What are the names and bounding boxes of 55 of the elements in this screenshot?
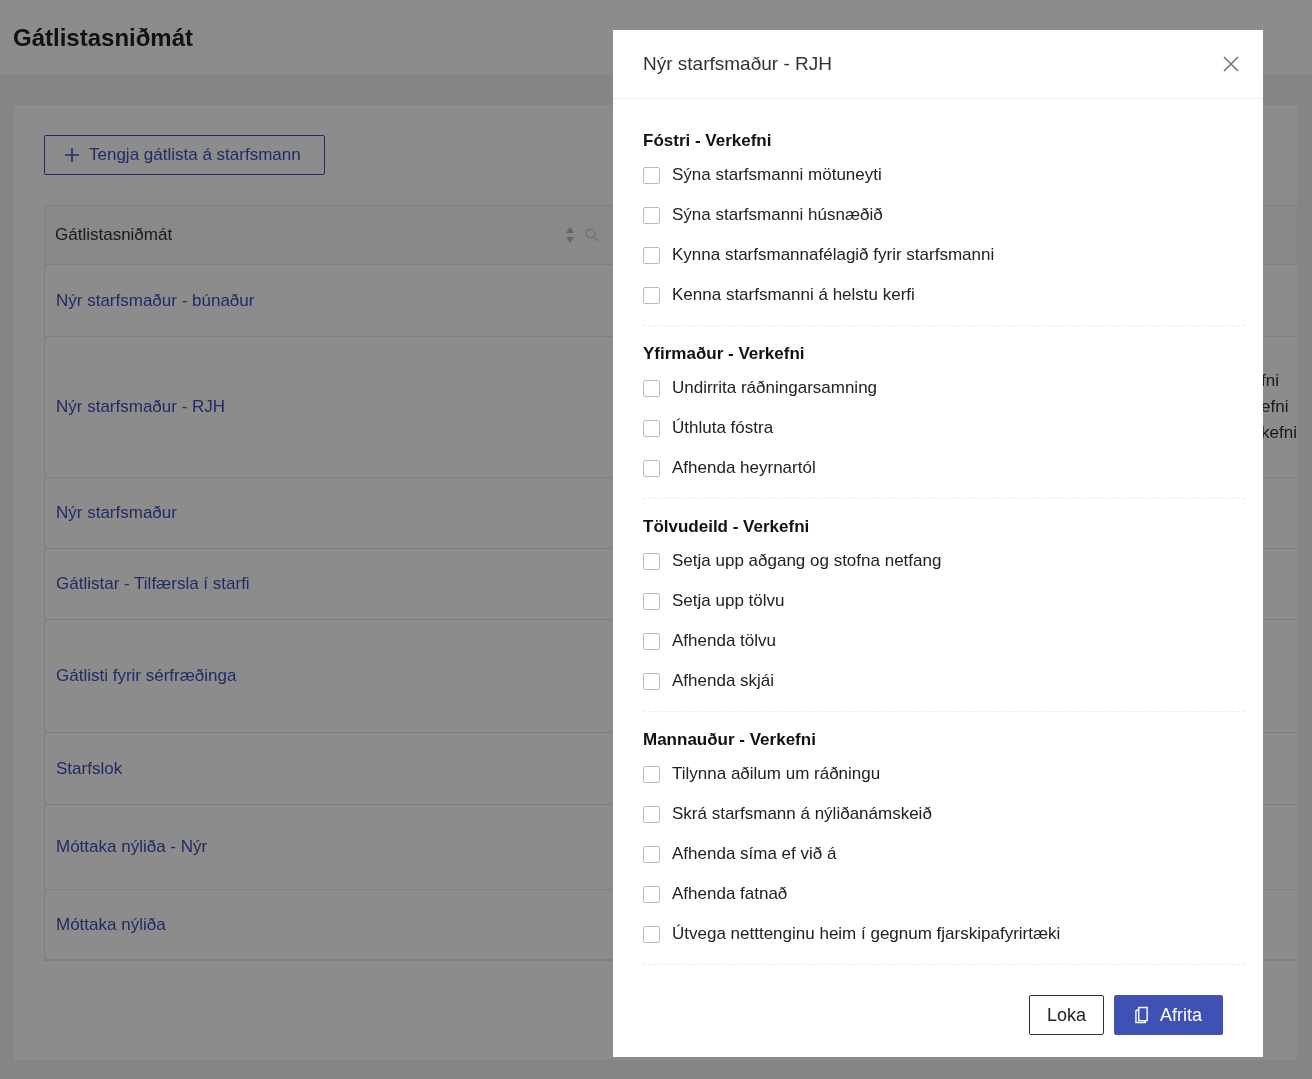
checkbox[interactable] <box>643 206 660 224</box>
checkbox-label: Skrá starfsmann á nýliðanámskeið <box>672 804 932 824</box>
checkbox[interactable] <box>643 885 660 903</box>
add-button[interactable]: Tengja gátlista á starfsmann <box>44 135 325 175</box>
checkbox[interactable] <box>643 805 660 823</box>
page-title: Gátlistasniðmát <box>13 23 194 52</box>
section-heading: Mannauður - Verkefni <box>643 730 817 751</box>
checklist-link[interactable]: Móttaka nýliða <box>56 914 166 935</box>
close-dialog-button[interactable]: Loka <box>1029 995 1104 1035</box>
checklist-link[interactable]: Gátlisti fyrir sérfræðinga <box>56 666 237 686</box>
checkbox-label: Setja upp tölvu <box>672 591 785 611</box>
checkbox-label: Undirrita ráðningarsamning <box>672 378 878 398</box>
checkbox-label: Sýna starfsmanni mötuneyti <box>672 165 882 185</box>
copy-icon <box>1135 1006 1150 1024</box>
checkbox-label: Afhenda síma ef við á <box>672 844 837 864</box>
checklist-link[interactable]: Gátlistar - Tilfærsla í starfi <box>56 574 250 594</box>
checkbox-label: Afhenda heyrnartól <box>672 458 816 478</box>
plus-icon <box>65 148 79 162</box>
checklist-link[interactable]: Nýr starfsmaður - RJH <box>56 397 226 417</box>
checkbox[interactable] <box>643 459 660 477</box>
search-icon[interactable] <box>585 228 599 242</box>
section-heading: Tölvudeild - Verkefni <box>643 517 811 538</box>
checklist-link[interactable]: Starfslok <box>56 758 123 779</box>
checkbox-label: Afhenda tölvu <box>672 631 776 651</box>
copy-button[interactable]: Afrita <box>1114 995 1223 1035</box>
checklist-link[interactable]: Nýr starfsmaður <box>56 503 177 523</box>
checklist-link[interactable]: Nýr starfsmaður - búnaður <box>56 290 255 311</box>
checkbox-label: Kenna starfsmanni á helstu kerfi <box>672 285 915 305</box>
checkbox[interactable] <box>643 419 660 437</box>
close-button[interactable] <box>1223 56 1239 72</box>
section-heading: Yfirmaður - Verkefni <box>643 344 806 365</box>
checkbox[interactable] <box>643 845 660 863</box>
checkbox[interactable] <box>643 925 660 943</box>
checkbox[interactable] <box>643 246 660 264</box>
checkbox[interactable] <box>643 672 660 690</box>
sort-icon[interactable] <box>565 226 575 244</box>
checkbox[interactable] <box>643 286 660 304</box>
checkbox[interactable] <box>643 592 660 610</box>
checkbox-label: Úthluta fóstra <box>672 418 774 438</box>
checklist-link[interactable]: Móttaka nýliða - Nýr <box>56 837 208 857</box>
checkbox-label: Tilynna aðilum um ráðningu <box>672 764 881 784</box>
checkbox-label: Útvega netttenginu heim í gegnum fjarskipafyrirtæki <box>672 924 1061 944</box>
checkbox-label: Afhenda fatnað <box>672 884 788 904</box>
checkbox[interactable] <box>643 379 660 397</box>
section-heading: Fóstri - Verkefni <box>643 131 773 152</box>
checkbox[interactable] <box>643 632 660 650</box>
checkbox-label: Setja upp aðgang og stofna netfang <box>672 551 942 571</box>
checkbox-label: Afhenda skjái <box>672 671 775 691</box>
column-header: Gátlistasniðmát <box>55 225 174 245</box>
checkbox[interactable] <box>643 552 660 570</box>
checkbox[interactable] <box>643 166 660 184</box>
checkbox-label: Sýna starfsmanni húsnæðið <box>672 205 883 225</box>
checkbox[interactable] <box>643 765 660 783</box>
modal-title: Nýr starfsmaður - RJH <box>643 53 832 75</box>
checkbox-label: Kynna starfsmannafélagið fyrir starfsmanni <box>672 245 995 265</box>
